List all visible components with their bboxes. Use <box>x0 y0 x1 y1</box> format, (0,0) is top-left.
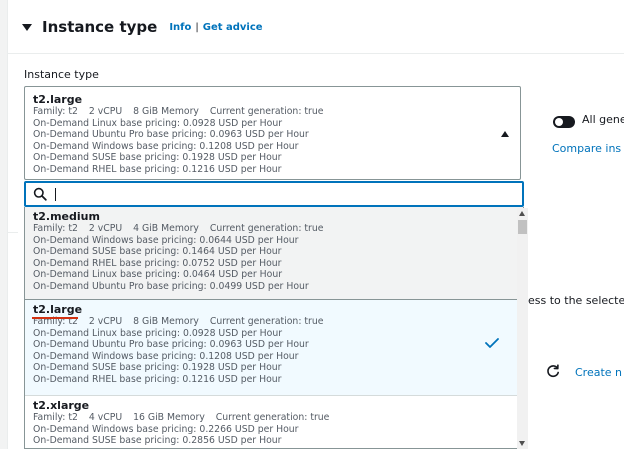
option-t2-xlarge[interactable]: t2.xlarge Family: t2 4 vCPU 16 GiB Memor… <box>25 396 523 448</box>
meta-memory: 4 GiB Memory <box>133 223 199 234</box>
option-meta: Family: t2 2 vCPU 4 GiB Memory Current g… <box>33 223 515 235</box>
pricing-line: On-Demand Windows base pricing: 0.1208 U… <box>33 140 299 152</box>
pricing-line: On-Demand SUSE base pricing: 0.1464 USD … <box>33 246 282 258</box>
meta-memory: 8 GiB Memory <box>133 106 199 117</box>
all-generations-label: All gene <box>582 113 624 126</box>
meta-vcpu: 2 vCPU <box>88 223 123 234</box>
pricing-line: On-Demand Ubuntu Pro base pricing: 0.096… <box>33 339 309 351</box>
scroll-down-icon[interactable] <box>519 441 525 446</box>
section-header: Instance type Info | Get advice <box>22 18 263 36</box>
pricing-line: On-Demand SUSE base pricing: 0.1928 USD … <box>33 362 282 374</box>
instance-type-label: Instance type <box>24 68 99 81</box>
refresh-icon[interactable] <box>546 364 560 378</box>
option-t2-medium[interactable]: t2.medium Family: t2 2 vCPU 4 GiB Memory… <box>25 207 523 300</box>
meta-memory: 16 GiB Memory <box>133 412 205 423</box>
toggle-knob <box>555 118 563 126</box>
pricing-line: On-Demand Windows base pricing: 0.0644 U… <box>33 234 299 246</box>
option-name: t2.medium <box>33 210 100 223</box>
caret-up-icon[interactable] <box>501 131 509 137</box>
instance-type-panel: Instance type Info | Get advice Instance… <box>7 0 624 449</box>
section-title: Instance type <box>42 18 158 36</box>
option-name: t2.xlarge <box>33 399 90 412</box>
meta-generation: Current generation: true <box>209 316 324 327</box>
meta-family: Family: t2 <box>33 412 78 423</box>
scrollbar-thumb[interactable] <box>518 220 527 234</box>
caret-down-icon[interactable] <box>22 23 32 31</box>
pricing-line: On-Demand Ubuntu Pro base pricing: 0.096… <box>33 129 309 141</box>
option-meta: Family: t2 2 vCPU 8 GiB Memory Current g… <box>33 316 515 328</box>
instance-type-select[interactable]: t2.large Family: t2 2 vCPU 8 GiB Memory … <box>24 86 521 180</box>
instance-type-search[interactable] <box>24 181 524 207</box>
pricing-line: On-Demand Ubuntu Pro base pricing: 0.049… <box>33 280 309 292</box>
pricing-line: On-Demand Windows base pricing: 0.2266 U… <box>33 423 299 435</box>
selected-option-name: t2.large <box>33 93 83 106</box>
options-scrollbar[interactable] <box>517 208 528 449</box>
meta-family: Family: t2 <box>33 106 78 117</box>
text-cursor <box>55 188 56 201</box>
check-icon <box>485 338 499 348</box>
all-generations-toggle[interactable] <box>553 116 575 128</box>
meta-generation: Current generation: true <box>215 412 330 423</box>
meta-generation: Current generation: true <box>209 223 324 234</box>
pricing-line: On-Demand Linux base pricing: 0.0464 USD… <box>33 269 283 281</box>
instance-type-options[interactable]: t2.medium Family: t2 2 vCPU 4 GiB Memory… <box>24 207 524 449</box>
pricing-line: On-Demand Linux base pricing: 0.0928 USD… <box>33 327 283 339</box>
option-t2-large[interactable]: t2.large Family: t2 2 vCPU 8 GiB Memory … <box>25 300 523 396</box>
create-new-link[interactable]: Create n <box>575 366 622 379</box>
pricing-line: On-Demand RHEL base pricing: 0.1216 USD … <box>33 163 282 175</box>
pricing-line: On-Demand Linux base pricing: 0.0928 USD… <box>33 117 283 129</box>
background-description: ess to the selected <box>528 294 624 307</box>
section-divider <box>8 232 18 233</box>
pricing-line: On-Demand RHEL base pricing: 0.0752 USD … <box>33 257 282 269</box>
selected-option-meta: Family: t2 2 vCPU 8 GiB Memory Current g… <box>33 106 332 118</box>
get-advice-link[interactable]: Get advice <box>203 22 263 33</box>
meta-vcpu: 2 vCPU <box>88 316 123 327</box>
meta-vcpu: 4 vCPU <box>88 412 123 423</box>
annotation-underline <box>32 317 78 319</box>
meta-memory: 8 GiB Memory <box>133 316 199 327</box>
header-divider <box>8 53 624 54</box>
pricing-line: On-Demand RHEL base pricing: 0.1216 USD … <box>33 373 282 385</box>
selected-option: t2.large Family: t2 2 vCPU 8 GiB Memory … <box>33 93 332 176</box>
option-name: t2.large <box>33 303 83 316</box>
info-link[interactable]: Info <box>169 22 191 33</box>
compare-instance-types-link[interactable]: Compare ins <box>552 142 621 155</box>
option-meta: Family: t2 4 vCPU 16 GiB Memory Current … <box>33 412 515 424</box>
link-separator: | <box>195 21 199 33</box>
pricing-line: On-Demand SUSE base pricing: 0.1928 USD … <box>33 152 282 164</box>
meta-family: Family: t2 <box>33 223 78 234</box>
meta-vcpu: 2 vCPU <box>88 106 123 117</box>
scroll-up-icon[interactable] <box>519 211 525 216</box>
pricing-line: On-Demand SUSE base pricing: 0.2856 USD … <box>33 435 282 447</box>
search-icon <box>33 187 47 201</box>
pricing-line: On-Demand Windows base pricing: 0.1208 U… <box>33 350 299 362</box>
meta-generation: Current generation: true <box>209 106 324 117</box>
